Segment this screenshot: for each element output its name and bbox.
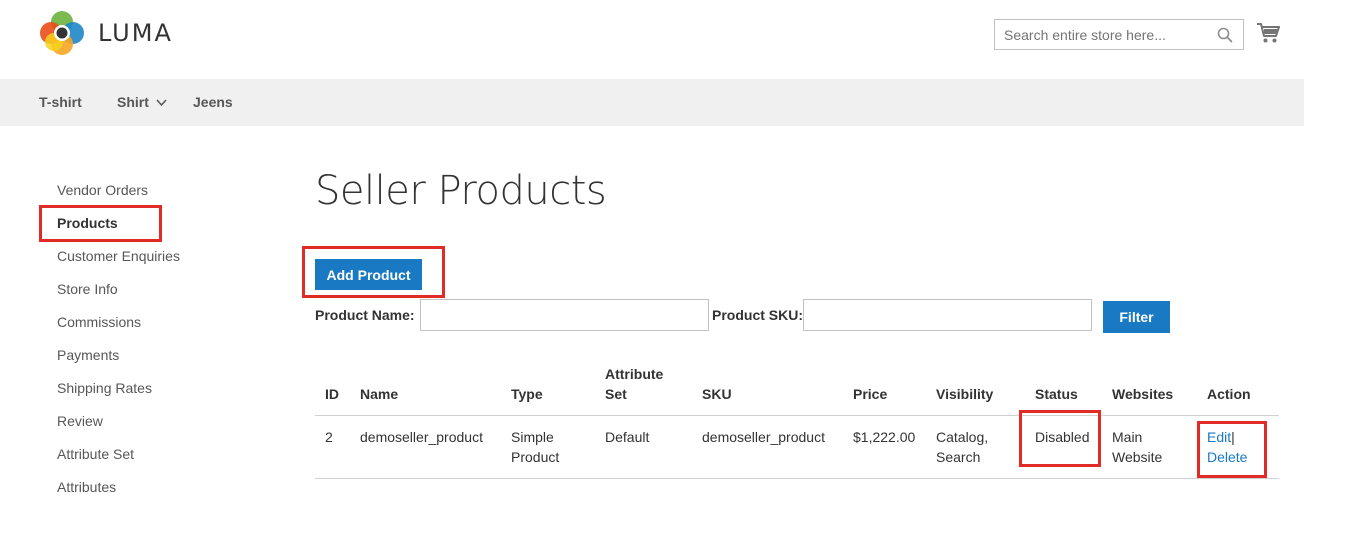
- column-header-price: Price: [853, 386, 888, 402]
- delete-link[interactable]: Delete: [1207, 449, 1247, 465]
- cell-sku: demoseller_product: [702, 429, 825, 445]
- edit-link[interactable]: Edit: [1207, 429, 1231, 445]
- column-header-id: ID: [325, 386, 339, 402]
- search-input[interactable]: [995, 20, 1243, 49]
- add-product-button[interactable]: Add Product: [315, 259, 422, 290]
- search-box: [994, 19, 1244, 50]
- nav-item-jeens[interactable]: Jeens: [193, 94, 233, 110]
- cell-visibility-line1: Catalog,: [936, 429, 989, 445]
- column-header-action: Action: [1207, 386, 1251, 402]
- sidebar-item-customer-enquiries[interactable]: Customer Enquiries: [57, 248, 180, 264]
- cell-id: 2: [325, 429, 333, 445]
- row-divider: [315, 478, 1279, 479]
- column-header-visibility: Visibility: [936, 386, 994, 402]
- page-title: Seller Products: [315, 168, 607, 214]
- product-name-label: Product Name:: [315, 307, 415, 323]
- sidebar-item-attribute-set[interactable]: Attribute Set: [57, 446, 134, 462]
- cell-type: Simple Product: [511, 427, 559, 467]
- sidebar-item-review[interactable]: Review: [57, 413, 103, 429]
- nav-item-label: T-shirt: [39, 94, 82, 110]
- sidebar-item-attributes[interactable]: Attributes: [57, 479, 116, 495]
- nav-item-tshirt[interactable]: T-shirt: [39, 94, 82, 110]
- sidebar-item-payments[interactable]: Payments: [57, 347, 119, 363]
- cell-status: Disabled: [1035, 429, 1090, 445]
- page-header: LUMA: [0, 0, 1304, 79]
- column-header-attribute-set-line1: Attribute: [605, 366, 664, 382]
- chevron-down-icon: [156, 98, 167, 106]
- sidebar-item-vendor-orders[interactable]: Vendor Orders: [57, 182, 148, 198]
- cell-visibility-line2: Search: [936, 449, 981, 465]
- column-header-websites: Websites: [1112, 386, 1174, 402]
- sidebar-item-store-info[interactable]: Store Info: [57, 281, 118, 297]
- cell-attribute-set: Default: [605, 429, 650, 445]
- cell-type-line2: Product: [511, 449, 560, 465]
- cell-visibility: Catalog, Search: [936, 427, 988, 467]
- cell-price: $1,222.00: [853, 429, 916, 445]
- product-sku-input[interactable]: [803, 299, 1092, 331]
- sidebar-item-commissions[interactable]: Commissions: [57, 314, 141, 330]
- main-navigation: T-shirt Shirt Jeens: [0, 79, 1304, 126]
- column-header-status: Status: [1035, 386, 1078, 402]
- cell-websites-line1: Main: [1112, 429, 1143, 445]
- cell-name: demoseller_product: [360, 429, 483, 445]
- cell-action: Edit| Delete: [1207, 427, 1247, 467]
- product-name-input[interactable]: [420, 299, 709, 331]
- cart-icon[interactable]: [1256, 22, 1280, 44]
- column-header-name: Name: [360, 386, 399, 402]
- nav-item-label: Jeens: [193, 94, 233, 110]
- action-separator: |: [1231, 429, 1235, 445]
- cell-websites-line2: Website: [1112, 449, 1163, 465]
- column-header-attribute-set-line2: Set: [605, 386, 627, 402]
- nav-item-label: Shirt: [117, 94, 149, 110]
- column-header-sku: SKU: [702, 386, 732, 402]
- cell-websites: Main Website: [1112, 427, 1162, 467]
- sidebar-item-shipping-rates[interactable]: Shipping Rates: [57, 380, 152, 396]
- search-icon[interactable]: [1217, 27, 1233, 43]
- sidebar-item-products[interactable]: Products: [57, 215, 118, 231]
- header-divider: [315, 415, 1279, 416]
- luma-logo-icon: [40, 11, 84, 55]
- brand-name: LUMA: [98, 19, 173, 47]
- nav-item-shirt[interactable]: Shirt: [117, 94, 167, 110]
- store-logo[interactable]: LUMA: [39, 10, 173, 56]
- cell-type-line1: Simple: [511, 429, 554, 445]
- filter-button[interactable]: Filter: [1103, 301, 1170, 333]
- column-header-attribute-set: Attribute Set: [605, 364, 663, 404]
- product-sku-label: Product SKU:: [712, 307, 803, 323]
- column-header-type: Type: [511, 386, 543, 402]
